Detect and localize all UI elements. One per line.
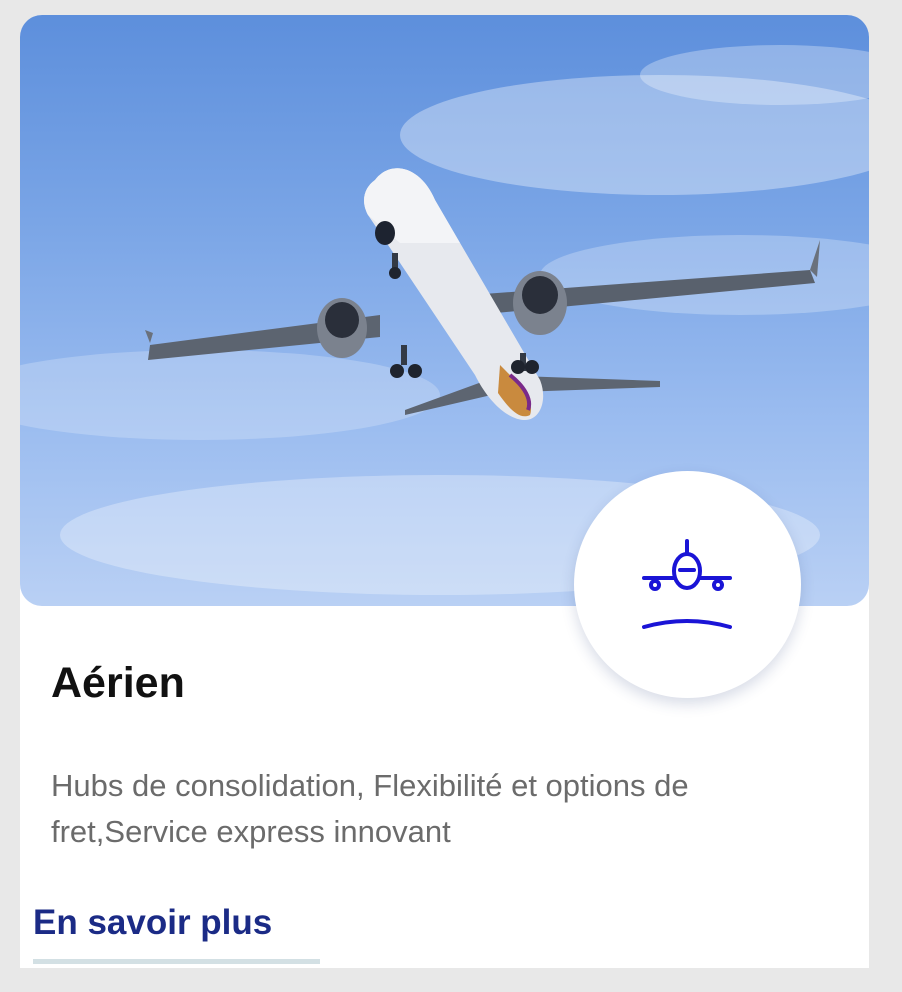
airplane-landing-icon bbox=[642, 539, 732, 629]
card-description: Hubs de consolidation, Flexibilité et op… bbox=[51, 768, 689, 849]
transport-mode-badge bbox=[574, 471, 801, 698]
service-card: Aérien Hubs de consolidation, Flexibilit… bbox=[20, 15, 869, 968]
learn-more-link[interactable]: En savoir plus bbox=[33, 903, 272, 943]
link-underline bbox=[33, 959, 320, 964]
card-title: Aérien bbox=[51, 659, 185, 707]
